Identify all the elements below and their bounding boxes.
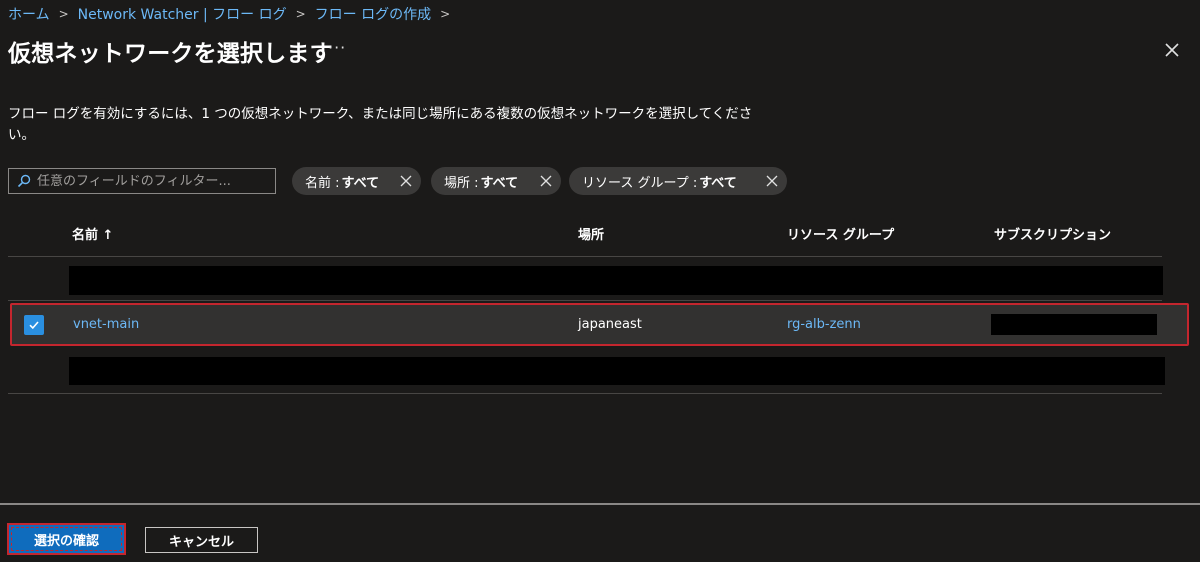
- page-title: 仮想ネットワークを選択します: [8, 41, 333, 67]
- description-text: フロー ログを有効にするには、1 つの仮想ネットワーク、または同じ場所にある複数…: [8, 106, 753, 143]
- breadcrumb-separator: >: [295, 7, 306, 21]
- column-header-location[interactable]: 場所: [578, 224, 604, 243]
- redacted-row: [69, 266, 1163, 295]
- filter-pill-resource-group[interactable]: リソース グループ : すべて: [569, 167, 787, 195]
- breadcrumb: ホーム > Network Watcher | フロー ログ > フロー ログの…: [8, 4, 459, 24]
- vnet-name-link[interactable]: vnet-main: [73, 317, 139, 332]
- vnet-location: japaneast: [578, 317, 642, 332]
- filter-pill-value: すべて: [341, 175, 380, 191]
- breadcrumb-home[interactable]: ホーム: [8, 4, 50, 24]
- filter-pill-key: リソース グループ :: [582, 175, 698, 191]
- redacted-row: [69, 357, 1165, 385]
- filter-box[interactable]: [8, 168, 276, 194]
- remove-filter-icon[interactable]: [765, 174, 779, 188]
- filter-input[interactable]: [37, 173, 262, 189]
- cancel-button[interactable]: キャンセル: [145, 527, 258, 553]
- header-divider: [8, 256, 1162, 257]
- row-checkbox[interactable]: [24, 315, 44, 335]
- remove-filter-icon[interactable]: [399, 174, 413, 188]
- breadcrumb-separator: >: [440, 7, 451, 21]
- filter-pill-value: すべて: [699, 175, 737, 191]
- footer-divider: [0, 503, 1200, 505]
- column-header-subscription[interactable]: サブスクリプション: [994, 224, 1111, 243]
- more-options-button[interactable]: ···: [328, 38, 346, 57]
- filter-pill-name[interactable]: 名前 : すべて: [292, 167, 421, 195]
- breadcrumb-separator: >: [58, 7, 69, 21]
- row-divider: [8, 393, 1162, 394]
- row-divider: [8, 300, 1162, 301]
- filter-pill-key: 名前 :: [305, 175, 340, 191]
- filter-pill-location[interactable]: 場所 : すべて: [431, 167, 561, 195]
- column-header-resource-group[interactable]: リソース グループ: [787, 224, 894, 243]
- search-icon: [17, 174, 31, 188]
- filter-pill-value: すべて: [480, 175, 519, 191]
- column-header-name[interactable]: 名前 ↑: [72, 224, 113, 243]
- breadcrumb-network-watcher[interactable]: Network Watcher | フロー ログ: [78, 4, 287, 24]
- filter-pill-key: 場所 :: [444, 175, 479, 191]
- resource-group-link[interactable]: rg-alb-zenn: [787, 317, 861, 332]
- checkmark-icon: [29, 321, 39, 330]
- breadcrumb-create-flow-log[interactable]: フロー ログの作成: [315, 4, 431, 24]
- close-icon[interactable]: [1160, 38, 1184, 62]
- redacted-subscription: [991, 314, 1157, 335]
- remove-filter-icon[interactable]: [539, 174, 553, 188]
- flow-log-vnet-picker: ホーム > Network Watcher | フロー ログ > フロー ログの…: [0, 0, 1200, 562]
- confirm-selection-button[interactable]: 選択の確認: [7, 523, 126, 555]
